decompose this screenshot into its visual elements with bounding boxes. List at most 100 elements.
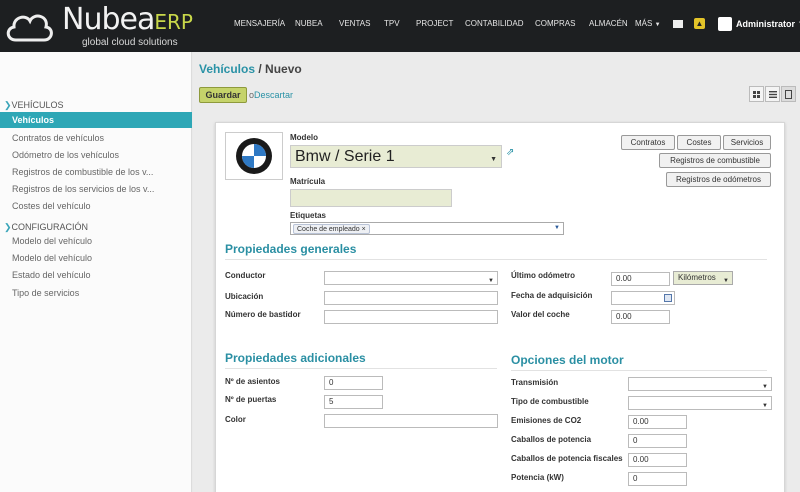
doors-input[interactable]: 5 [324, 395, 383, 409]
co2-input[interactable]: 0.00 [628, 415, 687, 429]
sidebar-item-service-types[interactable]: Tipo de servicios [12, 288, 79, 298]
nav-mas[interactable]: MÁS ▼ [635, 19, 661, 28]
breadcrumb-current: Nuevo [265, 62, 302, 76]
nav-almacen[interactable]: ALMACÉN [589, 19, 628, 28]
section-divider [511, 370, 767, 371]
cloud-icon [6, 14, 53, 42]
form-icon [785, 89, 792, 99]
brand-name: NubeaERP [62, 2, 193, 37]
acquisition-date-input[interactable] [611, 291, 675, 305]
seats-label: Nº de asientos [225, 377, 280, 386]
form-sheet: Modelo Bmw / Serie 1 ▼ ⇗ Matrícula Etique… [215, 122, 785, 492]
nav-project[interactable]: PROJECT [416, 19, 453, 28]
contracts-button[interactable]: Contratos [621, 135, 675, 150]
plate-label: Matrícula [290, 177, 326, 186]
location-label: Ubicación [225, 292, 264, 301]
sidebar-section-configuration[interactable]: ❯CONFIGURACIÓN [4, 222, 88, 233]
power-label: Potencia (kW) [511, 473, 564, 482]
tags-label: Etiquetas [290, 211, 327, 220]
breadcrumb-parent[interactable]: Vehículos [199, 62, 255, 76]
model-label: Modelo [290, 133, 318, 142]
engine-options-title: Opciones del motor [511, 353, 624, 367]
sidebar-section-vehicles[interactable]: ❯VEHÍCULOS [4, 100, 64, 111]
doors-label: Nº de puertas [225, 395, 277, 404]
breadcrumb: Vehículos / Nuevo [199, 62, 302, 76]
section-divider [225, 259, 767, 260]
brand-tagline: global cloud solutions [82, 37, 178, 48]
list-icon [768, 90, 777, 98]
general-properties-title: Propiedades generales [225, 242, 357, 256]
main-content: Vehículos / Nuevo Guardar oDescartar Mod… [193, 52, 800, 492]
sidebar-item-vehicles[interactable]: Vehículos [0, 112, 192, 128]
sidebar-item-costs[interactable]: Costes del vehículo [12, 201, 91, 211]
power-input[interactable]: 0 [628, 472, 687, 486]
odometer-label: Último odómetro [511, 271, 575, 280]
chevron-down-icon: ▼ [723, 278, 729, 284]
tags-input[interactable]: Coche de empleado × ▼ [290, 222, 564, 235]
odometer-input[interactable]: 0.00 [611, 272, 670, 286]
chevron-down-icon: ▼ [490, 156, 497, 163]
chevron-down-icon: ▼ [554, 225, 560, 231]
fuel-logs-button[interactable]: Registros de combustible [659, 153, 771, 168]
sidebar-item-vehicle-state[interactable]: Estado del vehículo [12, 270, 91, 280]
nav-ventas[interactable]: VENTAS [339, 19, 370, 28]
user-menu[interactable]: Administrator ▼ [718, 17, 800, 31]
sidebar-item-fuel-logs[interactable]: Registros de combustible de los v... [12, 167, 153, 177]
kanban-view-button[interactable] [749, 86, 764, 102]
chevron-right-icon: ❯ [4, 100, 12, 110]
car-value-input[interactable]: 0.00 [611, 310, 670, 324]
chevron-down-icon: ▼ [762, 403, 768, 409]
driver-select[interactable]: ▼ [324, 271, 498, 285]
section-divider [225, 368, 497, 369]
plate-input[interactable] [290, 189, 452, 207]
chevron-right-icon: ❯ [4, 222, 12, 232]
tag-chip: Coche de empleado × [293, 224, 370, 234]
list-view-button[interactable] [765, 86, 780, 102]
fiscal-horsepower-input[interactable]: 0.00 [628, 453, 687, 467]
brand-logo[interactable]: NubeaERP global cloud solutions [0, 0, 200, 52]
acquisition-date-label: Fecha de adquisición [511, 291, 593, 300]
location-input[interactable] [324, 291, 498, 305]
driver-label: Conductor [225, 271, 266, 280]
top-bar: NubeaERP global cloud solutions MENSAJER… [0, 0, 800, 52]
nav-contabilidad[interactable]: CONTABILIDAD [465, 19, 524, 28]
sidebar: ❯VEHÍCULOS Vehículos Contratos de vehícu… [0, 52, 192, 492]
form-view-button[interactable] [781, 86, 796, 102]
color-input[interactable] [324, 414, 498, 428]
calendar-icon[interactable] [664, 294, 672, 302]
costs-button[interactable]: Costes [677, 135, 721, 150]
fuel-type-select[interactable]: ▼ [628, 396, 772, 410]
sidebar-item-vehicle-model-2[interactable]: Modelo del vehículo [12, 253, 92, 263]
mail-icon[interactable] [673, 20, 683, 28]
external-link-icon[interactable]: ⇗ [506, 147, 514, 158]
transmission-select[interactable]: ▼ [628, 377, 772, 391]
alert-icon[interactable]: ▲ [694, 18, 705, 29]
chevron-down-icon: ▼ [654, 22, 661, 28]
discard-area: oDescartar [249, 90, 294, 100]
odometer-unit-select[interactable]: Kilómetros ▼ [673, 271, 733, 285]
model-select[interactable]: Bmw / Serie 1 ▼ [290, 145, 502, 168]
sidebar-item-odometer[interactable]: Odómetro de los vehículos [12, 150, 119, 160]
discard-link[interactable]: Descartar [254, 90, 293, 100]
nav-tpv[interactable]: TPV [384, 19, 400, 28]
grid-icon [753, 90, 760, 98]
close-icon[interactable]: × [362, 226, 366, 233]
chassis-label: Número de bastidor [225, 310, 301, 319]
vehicle-image[interactable] [225, 132, 283, 180]
horsepower-input[interactable]: 0 [628, 434, 687, 448]
sidebar-item-service-logs[interactable]: Registros de los servicios de los v... [12, 184, 154, 194]
nav-compras[interactable]: COMPRAS [535, 19, 575, 28]
chassis-input[interactable] [324, 310, 498, 324]
seats-input[interactable]: 0 [324, 376, 383, 390]
services-button[interactable]: Servicios [723, 135, 771, 150]
sidebar-item-contracts[interactable]: Contratos de vehículos [12, 133, 104, 143]
sidebar-item-vehicle-model[interactable]: Modelo del vehículo [12, 236, 92, 246]
chevron-down-icon: ▼ [488, 278, 494, 284]
view-switcher [748, 86, 796, 102]
save-button[interactable]: Guardar [199, 87, 247, 103]
odometer-logs-button[interactable]: Registros de odómetros [666, 172, 771, 187]
car-value-label: Valor del coche [511, 310, 570, 319]
nav-nubea[interactable]: NUBEA [295, 19, 323, 28]
nav-mensajeria[interactable]: MENSAJERÍA [234, 19, 285, 28]
avatar [718, 17, 732, 31]
